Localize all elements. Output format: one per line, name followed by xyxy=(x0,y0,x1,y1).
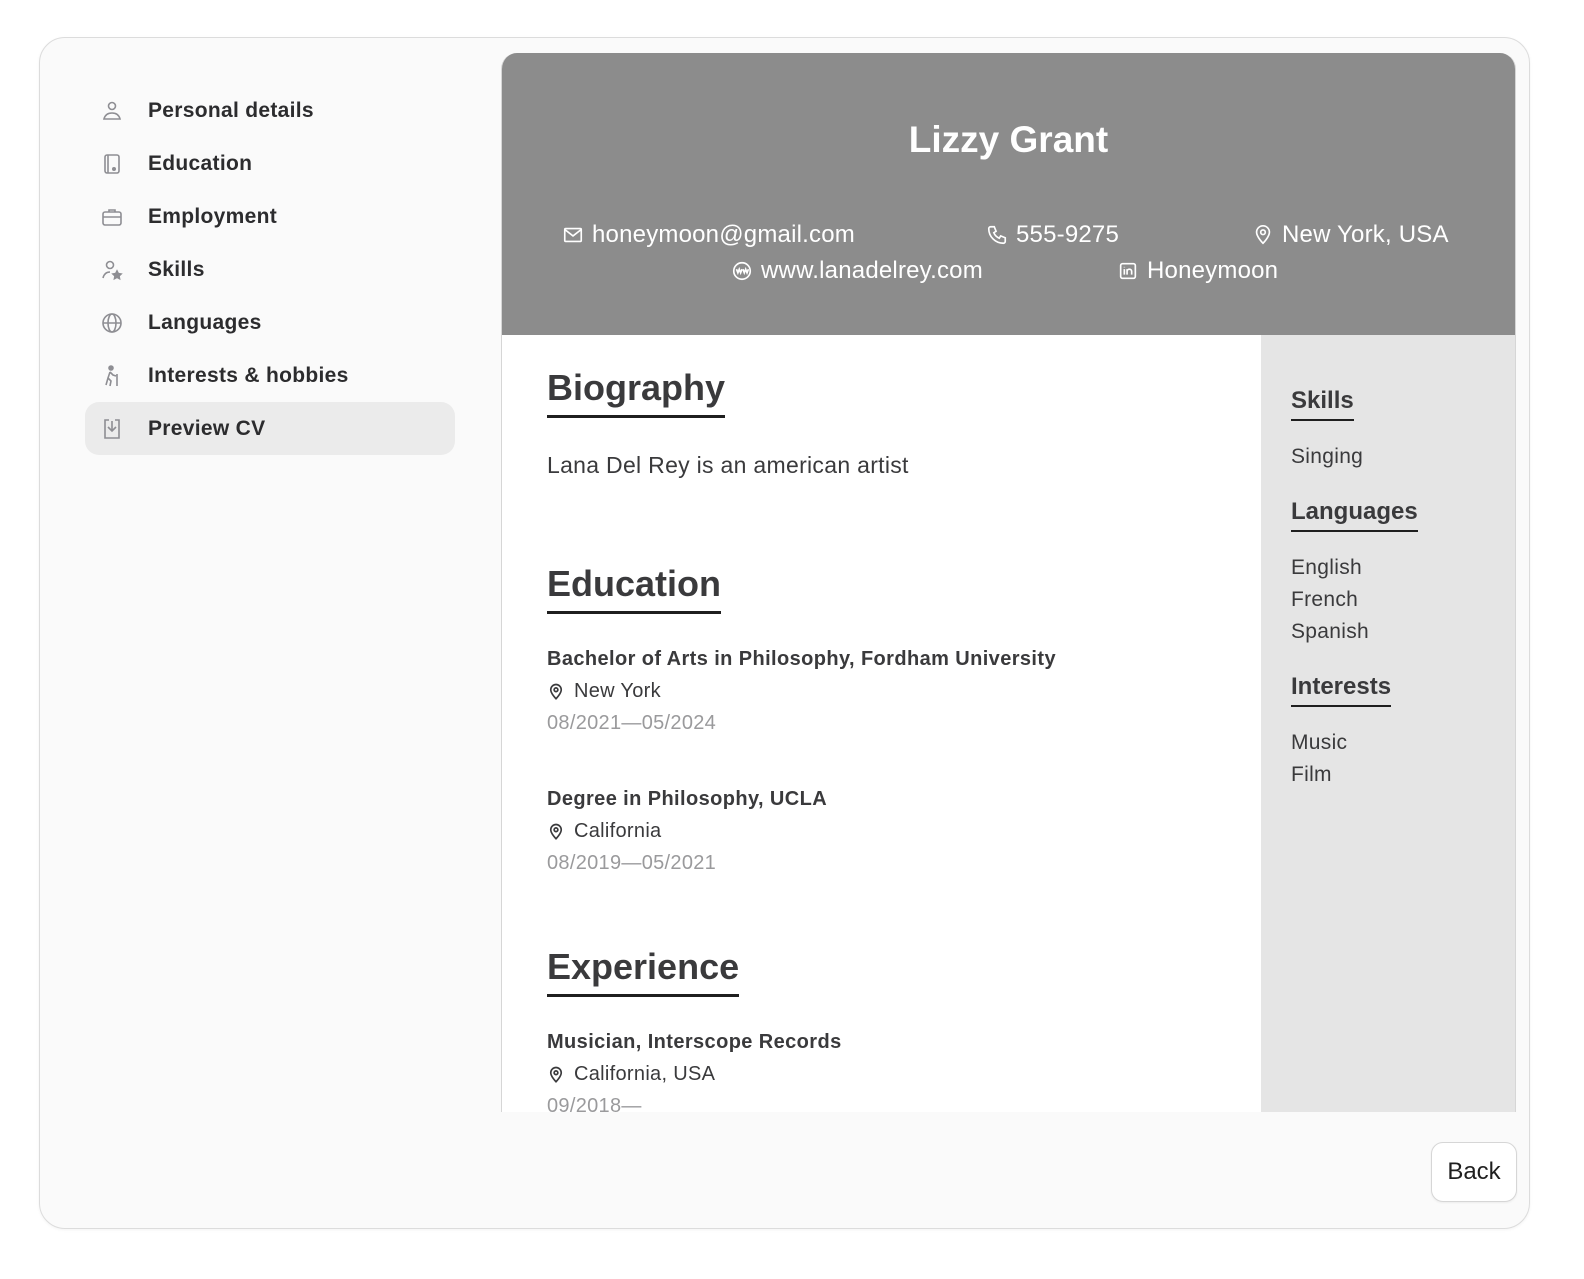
app-window: Personal details Education Employment Sk… xyxy=(39,37,1530,1229)
side-title-languages: Languages xyxy=(1291,498,1418,532)
education-entry: Degree in Philosophy, UCLA California 08… xyxy=(547,788,1247,875)
sidebar-item-label: Employment xyxy=(148,204,278,228)
cv-side-column: Skills Singing Languages English French … xyxy=(1261,335,1515,1112)
cv-preview: Lizzy Grant honeymoon@gmail.com 555-9275… xyxy=(501,53,1516,1112)
sidebar-item-label: Education xyxy=(148,151,253,175)
contact-location-text: New York, USA xyxy=(1282,221,1449,248)
cv-name: Lizzy Grant xyxy=(908,119,1109,160)
language-item: French xyxy=(1291,588,1359,611)
www-globe-icon xyxy=(732,261,752,281)
contact-website: www.lanadelrey.com xyxy=(731,257,983,285)
phone-icon xyxy=(987,225,1007,245)
sidebar-item-label: Languages xyxy=(148,310,262,334)
sidebar-item-label: Preview CV xyxy=(148,416,266,440)
back-button[interactable]: Back xyxy=(1431,1142,1517,1202)
section-title-education: Education xyxy=(547,563,722,614)
hiking-icon xyxy=(100,364,124,388)
location-pin-icon xyxy=(1255,225,1271,245)
entry-dates: 08/2019—05/2021 xyxy=(547,852,717,874)
interest-item: Film xyxy=(1291,763,1332,786)
sidebar-item-skills[interactable]: Skills xyxy=(85,243,455,296)
skills-block: Skills Singing xyxy=(1291,387,1515,473)
globe-icon xyxy=(100,311,124,335)
sidebar-item-personal-details[interactable]: Personal details xyxy=(85,84,455,137)
sidebar-nav: Personal details Education Employment Sk… xyxy=(85,84,455,455)
contact-website-text: www.lanadelrey.com xyxy=(761,257,983,284)
language-item: Spanish xyxy=(1291,620,1369,643)
education-entry: Bachelor of Arts in Philosophy, Fordham … xyxy=(547,648,1247,735)
sidebar-item-employment[interactable]: Employment xyxy=(85,190,455,243)
interests-block: Interests Music Film xyxy=(1291,673,1515,791)
contact-phone-text: 555-9275 xyxy=(1016,221,1120,248)
contact-email-text: honeymoon@gmail.com xyxy=(592,221,855,248)
section-title-experience: Experience xyxy=(547,946,740,997)
person-star-icon xyxy=(100,258,124,282)
book-icon xyxy=(100,152,124,176)
entry-location: California xyxy=(547,820,1247,843)
entry-title: Musician, Interscope Records xyxy=(547,1031,842,1053)
contact-linkedin-text: Honeymoon xyxy=(1147,257,1279,284)
sidebar-item-preview-cv[interactable]: Preview CV xyxy=(85,402,455,455)
entry-dates: 09/2018— xyxy=(547,1095,642,1112)
experience-section: Experience Musician, Interscope Records … xyxy=(547,946,1247,1112)
sidebar-item-label: Skills xyxy=(148,257,205,281)
education-section: Education Bachelor of Arts in Philosophy… xyxy=(547,563,1247,875)
language-item: English xyxy=(1291,556,1362,579)
entry-location-text: New York xyxy=(574,680,661,702)
entry-title: Degree in Philosophy, UCLA xyxy=(547,788,828,810)
entry-dates: 08/2021—05/2024 xyxy=(547,712,717,734)
entry-location: California, USA xyxy=(547,1063,1247,1086)
sidebar-item-education[interactable]: Education xyxy=(85,137,455,190)
location-pin-icon xyxy=(549,1066,563,1083)
contact-linkedin: Honeymoon xyxy=(1117,257,1278,285)
cv-header: Lizzy Grant honeymoon@gmail.com 555-9275… xyxy=(502,53,1515,335)
contact-email: honeymoon@gmail.com xyxy=(562,221,855,249)
person-icon xyxy=(100,99,124,123)
entry-location-text: California, USA xyxy=(574,1063,716,1085)
sidebar-item-languages[interactable]: Languages xyxy=(85,296,455,349)
entry-location-text: California xyxy=(574,820,662,842)
skill-item: Singing xyxy=(1291,445,1364,468)
side-title-skills: Skills xyxy=(1291,387,1354,421)
side-title-interests: Interests xyxy=(1291,673,1392,707)
briefcase-icon xyxy=(100,205,124,229)
biography-text: Lana Del Rey is an american artist xyxy=(547,452,909,478)
entry-location: New York xyxy=(547,680,1247,703)
download-icon xyxy=(100,417,124,441)
section-title-biography: Biography xyxy=(547,367,726,418)
contact-phone: 555-9275 xyxy=(986,221,1119,249)
location-pin-icon xyxy=(549,823,563,840)
contact-location: New York, USA xyxy=(1252,221,1449,249)
entry-title: Bachelor of Arts in Philosophy, Fordham … xyxy=(547,648,1056,670)
languages-block: Languages English French Spanish xyxy=(1291,498,1515,648)
interest-item: Music xyxy=(1291,731,1348,754)
sidebar-item-label: Interests & hobbies xyxy=(148,363,349,387)
location-pin-icon xyxy=(549,683,563,700)
mail-icon xyxy=(563,227,583,243)
biography-section: Biography Lana Del Rey is an american ar… xyxy=(547,367,909,479)
sidebar-item-label: Personal details xyxy=(148,98,314,122)
linkedin-icon xyxy=(1119,262,1137,280)
sidebar-item-interests[interactable]: Interests & hobbies xyxy=(85,349,455,402)
experience-entry: Musician, Interscope Records California,… xyxy=(547,1031,1247,1112)
